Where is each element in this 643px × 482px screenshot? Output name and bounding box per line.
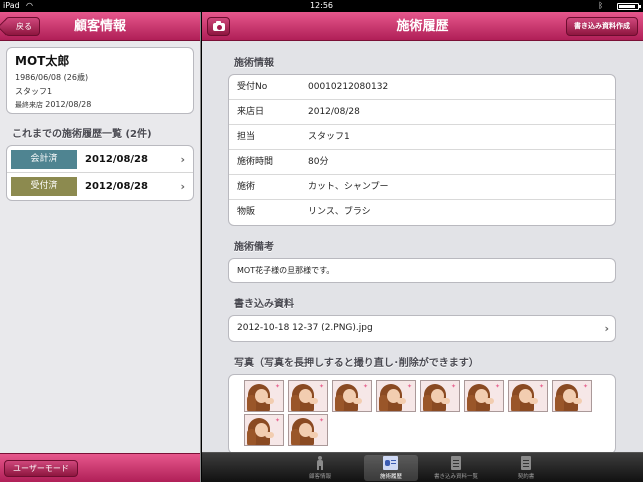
battery-icon (617, 3, 641, 10)
info-value: 2012/08/28 (308, 107, 360, 117)
photo-thumbnail[interactable]: ✦ (244, 414, 284, 446)
status-badge: 会計済 (11, 150, 77, 169)
notes-field[interactable]: MOT花子様の旦那様です。 (228, 258, 616, 283)
info-value: 80分 (308, 157, 329, 167)
document-icon (451, 456, 461, 470)
id-card-icon (383, 456, 398, 470)
info-label: 担当 (237, 132, 256, 142)
history-date: 2012/08/28 (85, 154, 148, 165)
file-row[interactable]: 2012-10-18 12-37 (2.PNG).jpg › (228, 315, 616, 342)
notes-header: 施術備考 (234, 242, 274, 253)
info-label: 物販 (237, 207, 256, 217)
photos-header: 写真（写真を長押しすると撮り直し･削除ができます） (234, 358, 479, 369)
history-row[interactable]: 会計済 2012/08/28 › (7, 146, 193, 173)
photo-thumbnail[interactable]: ✦ (376, 380, 416, 412)
battery-level (619, 5, 635, 8)
tab-contract[interactable]: 契約書 (499, 455, 553, 481)
photo-thumbnail[interactable]: ✦ (552, 380, 592, 412)
tab-label: 顧客情報 (308, 474, 331, 480)
customer-pane: 戻る 顧客情報 MOT太郎 1986/06/08 (26歳) スタッフ1 最終来… (0, 12, 201, 482)
document-icon (521, 456, 531, 470)
treatment-content[interactable]: 施術情報 受付No 00010212080132 来店日 2012/08/28 担当… (202, 42, 643, 452)
photo-thumbnail[interactable]: ✦ (332, 380, 372, 412)
info-table: 受付No 00010212080132 来店日 2012/08/28 担当 スタッフ1… (228, 74, 616, 226)
last-visit-label: 最終来店 (15, 101, 43, 109)
file-name: 2012-10-18 12-37 (2.PNG).jpg (237, 323, 373, 333)
tab-treatment-history[interactable]: 施術履歴 (364, 455, 418, 481)
left-toolbar: ユーザーモード (0, 453, 200, 482)
photo-thumbnail[interactable]: ✦ (464, 380, 504, 412)
customer-card: MOT太郎 1986/06/08 (26歳) スタッフ1 最終来店 2012/0… (6, 47, 194, 114)
left-navbar: 戻る 顧客情報 (0, 12, 200, 41)
info-value: スタッフ1 (308, 132, 350, 142)
info-value: カット、シャンプー (308, 182, 389, 192)
tab-label: 施術履歴 (379, 474, 402, 480)
info-row: 物販 リンス、ブラシ (229, 200, 615, 225)
right-navbar: 施術履歴 書き込み資料作成 (202, 12, 643, 41)
history-list: 会計済 2012/08/28 › 受付済 2012/08/28 › (6, 145, 194, 201)
info-label: 受付No (237, 82, 268, 92)
customer-birth: 1986/06/08 (26歳) (15, 73, 89, 82)
info-value: 00010212080132 (308, 82, 389, 92)
status-badge: 受付済 (11, 177, 77, 196)
info-row: 施術 カット、シャンプー (229, 175, 615, 200)
chevron-right-icon: › (180, 153, 185, 166)
tab-bar: 顧客情報 施術履歴 書き込み資料一覧 契約書 (202, 452, 643, 482)
history-date: 2012/08/28 (85, 181, 148, 192)
left-title: 顧客情報 (73, 19, 126, 34)
info-row: 来店日 2012/08/28 (229, 100, 615, 125)
chevron-right-icon: › (604, 322, 609, 335)
info-row: 施術時間 80分 (229, 150, 615, 175)
photo-thumbnail[interactable]: ✦ (244, 380, 284, 412)
status-bar: iPad ◠ 12:56 ᛒ (0, 0, 643, 12)
tab-label: 契約書 (517, 474, 535, 480)
tab-customer-info[interactable]: 顧客情報 (293, 455, 347, 481)
info-label: 施術 (237, 182, 256, 192)
photo-thumbnail[interactable]: ✦ (288, 414, 328, 446)
info-label: 施術時間 (237, 157, 274, 167)
photo-grid: ✦ ✦ ✦ ✦ ✦ ✦ ✦ ✦ ✦ ✦ (228, 374, 616, 452)
treatment-history-pane: 施術履歴 書き込み資料作成 施術情報 受付No 00010212080132 来店… (202, 12, 643, 482)
photo-thumbnail[interactable]: ✦ (508, 380, 548, 412)
customer-last-visit: 最終来店 2012/08/28 (15, 100, 185, 110)
clock: 12:56 (309, 1, 334, 10)
create-document-button[interactable]: 書き込み資料作成 (566, 17, 638, 36)
info-row: 担当 スタッフ1 (229, 125, 615, 150)
customer-staff: スタッフ1 (15, 87, 53, 96)
tab-document-list[interactable]: 書き込み資料一覧 (429, 455, 483, 481)
info-header: 施術情報 (234, 58, 274, 69)
bluetooth-icon: ᛒ (598, 1, 603, 10)
info-label: 来店日 (237, 107, 265, 117)
person-icon (314, 456, 326, 470)
info-row: 受付No 00010212080132 (229, 75, 615, 100)
customer-name: MOT太郎 (15, 54, 70, 68)
files-header: 書き込み資料 (234, 299, 294, 310)
history-row[interactable]: 受付済 2012/08/28 › (7, 173, 193, 200)
history-header: これまでの施術履歴一覧 (2件) (12, 129, 152, 140)
info-value: リンス、ブラシ (308, 207, 371, 217)
chevron-right-icon: › (180, 180, 185, 193)
last-visit-date: 2012/08/28 (45, 100, 92, 109)
user-mode-button[interactable]: ユーザーモード (4, 460, 78, 477)
photo-thumbnail[interactable]: ✦ (420, 380, 460, 412)
photo-thumbnail[interactable]: ✦ (288, 380, 328, 412)
tab-label: 書き込み資料一覧 (433, 474, 478, 480)
